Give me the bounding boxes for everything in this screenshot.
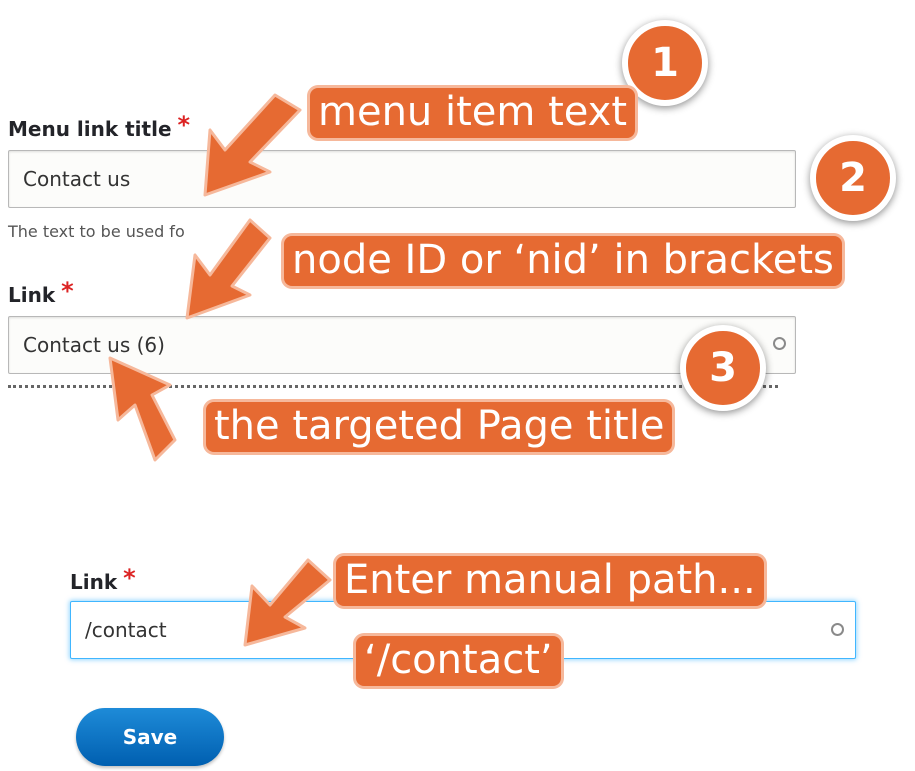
callout-menu-item-text: menu item text <box>310 88 636 138</box>
callout-node-id: node ID or ‘nid’ in brackets <box>284 236 842 286</box>
arrow-to-link-input-icon <box>185 218 272 320</box>
arrow-to-link-value-icon <box>108 356 177 462</box>
step-1-badge: 1 <box>622 20 708 106</box>
callout-page-title: the targeted Page title <box>206 402 673 452</box>
callout-manual-path-line2: ‘/contact’ <box>356 636 561 686</box>
step-3-badge: 3 <box>680 325 766 411</box>
arrow-to-title-input-icon <box>203 93 302 197</box>
step-2-badge: 2 <box>810 135 896 221</box>
arrow-to-manual-input-icon <box>243 558 332 647</box>
callout-manual-path-line1: Enter manual path... <box>336 556 764 606</box>
